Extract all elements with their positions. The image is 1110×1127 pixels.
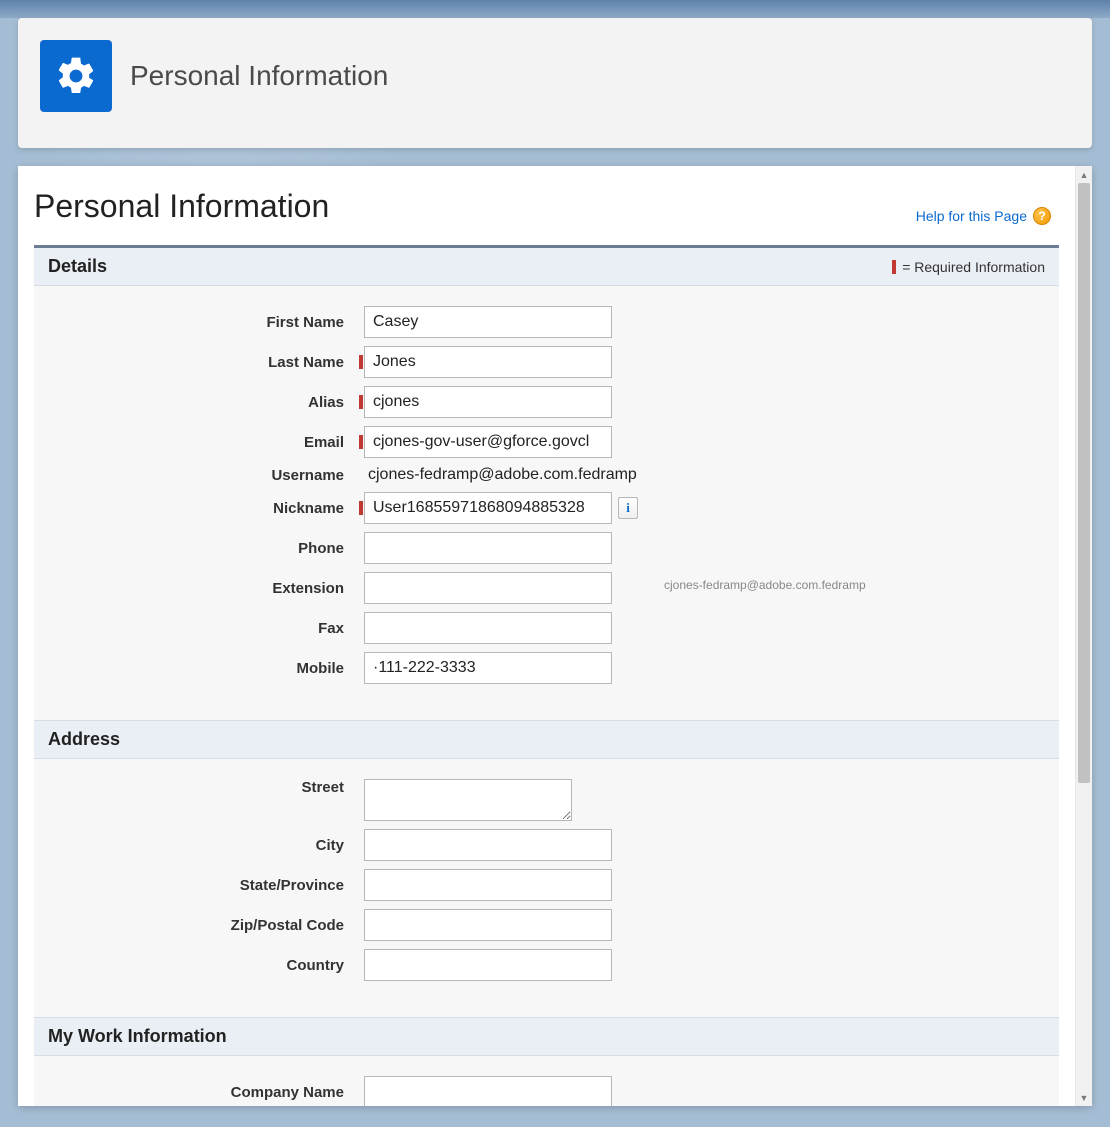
label-city: City (48, 837, 358, 854)
label-extension: Extension (48, 580, 358, 597)
help-icon[interactable]: ? (1033, 207, 1051, 225)
header-panel: Personal Information (18, 18, 1092, 148)
required-legend-text: = Required Information (902, 259, 1045, 275)
section-title-address: Address (48, 729, 120, 750)
section-header-work: My Work Information (34, 1017, 1059, 1056)
label-street: Street (48, 779, 358, 796)
scrollbar[interactable]: ▲ ▼ (1075, 166, 1092, 1106)
topbar-gradient (0, 0, 1110, 18)
page-header: Personal Information Help for this Page … (18, 166, 1075, 245)
label-email: Email (48, 434, 358, 451)
phone-input[interactable] (364, 532, 612, 564)
label-mobile: Mobile (48, 660, 358, 677)
label-country: Country (48, 957, 358, 974)
header-title: Personal Information (130, 60, 388, 92)
section-header-address: Address (34, 720, 1059, 759)
label-phone: Phone (48, 540, 358, 557)
nickname-input[interactable] (364, 492, 612, 524)
scroll-track[interactable] (1076, 183, 1092, 1089)
label-zip: Zip/Postal Code (48, 917, 358, 934)
section-body-work: Company Name (34, 1056, 1059, 1106)
section-header-details: Details = Required Information (34, 248, 1059, 286)
form-outer: Details = Required Information First Nam… (34, 245, 1059, 1106)
content-panel: Personal Information Help for this Page … (18, 166, 1092, 1106)
first-name-input[interactable] (364, 306, 612, 338)
label-fax: Fax (48, 620, 358, 637)
last-name-input[interactable] (364, 346, 612, 378)
page-title: Personal Information (34, 188, 329, 225)
fax-input[interactable] (364, 612, 612, 644)
label-state: State/Province (48, 877, 358, 894)
extension-input[interactable] (364, 572, 612, 604)
required-mark-icon (892, 260, 896, 274)
section-body-details: First Name Last Name Alias Email (34, 286, 1059, 720)
required-legend: = Required Information (892, 259, 1045, 275)
mobile-input[interactable] (364, 652, 612, 684)
section-title-work: My Work Information (48, 1026, 227, 1047)
zip-input[interactable] (364, 909, 612, 941)
required-mark-icon (359, 355, 363, 369)
label-username: Username (48, 467, 358, 484)
help-link[interactable]: Help for this Page (916, 208, 1027, 224)
label-nickname: Nickname (48, 500, 358, 517)
state-input[interactable] (364, 869, 612, 901)
company-input[interactable] (364, 1076, 612, 1106)
help-wrap: Help for this Page ? (916, 207, 1051, 225)
street-input[interactable] (364, 779, 572, 821)
label-company: Company Name (48, 1084, 358, 1101)
required-mark-icon (359, 435, 363, 449)
required-mark-icon (359, 501, 363, 515)
gear-icon (40, 40, 112, 112)
label-last-name: Last Name (48, 354, 358, 371)
section-title-details: Details (48, 256, 107, 277)
country-input[interactable] (364, 949, 612, 981)
email-input[interactable] (364, 426, 612, 458)
label-alias: Alias (48, 394, 358, 411)
city-input[interactable] (364, 829, 612, 861)
scroll-down-arrow-icon[interactable]: ▼ (1076, 1089, 1092, 1106)
scroll-up-arrow-icon[interactable]: ▲ (1076, 166, 1092, 183)
info-icon[interactable]: i (618, 497, 638, 519)
content-scroll-area[interactable]: Personal Information Help for this Page … (18, 166, 1075, 1106)
required-mark-icon (359, 395, 363, 409)
label-first-name: First Name (48, 314, 358, 331)
username-value: cjones-fedramp@adobe.com.fedramp (364, 466, 637, 484)
alias-input[interactable] (364, 386, 612, 418)
section-body-address: Street City State/Province Zip/Postal Co… (34, 759, 1059, 1017)
side-note-text: cjones-fedramp@adobe.com.fedramp (664, 578, 866, 592)
scroll-thumb[interactable] (1078, 183, 1090, 783)
